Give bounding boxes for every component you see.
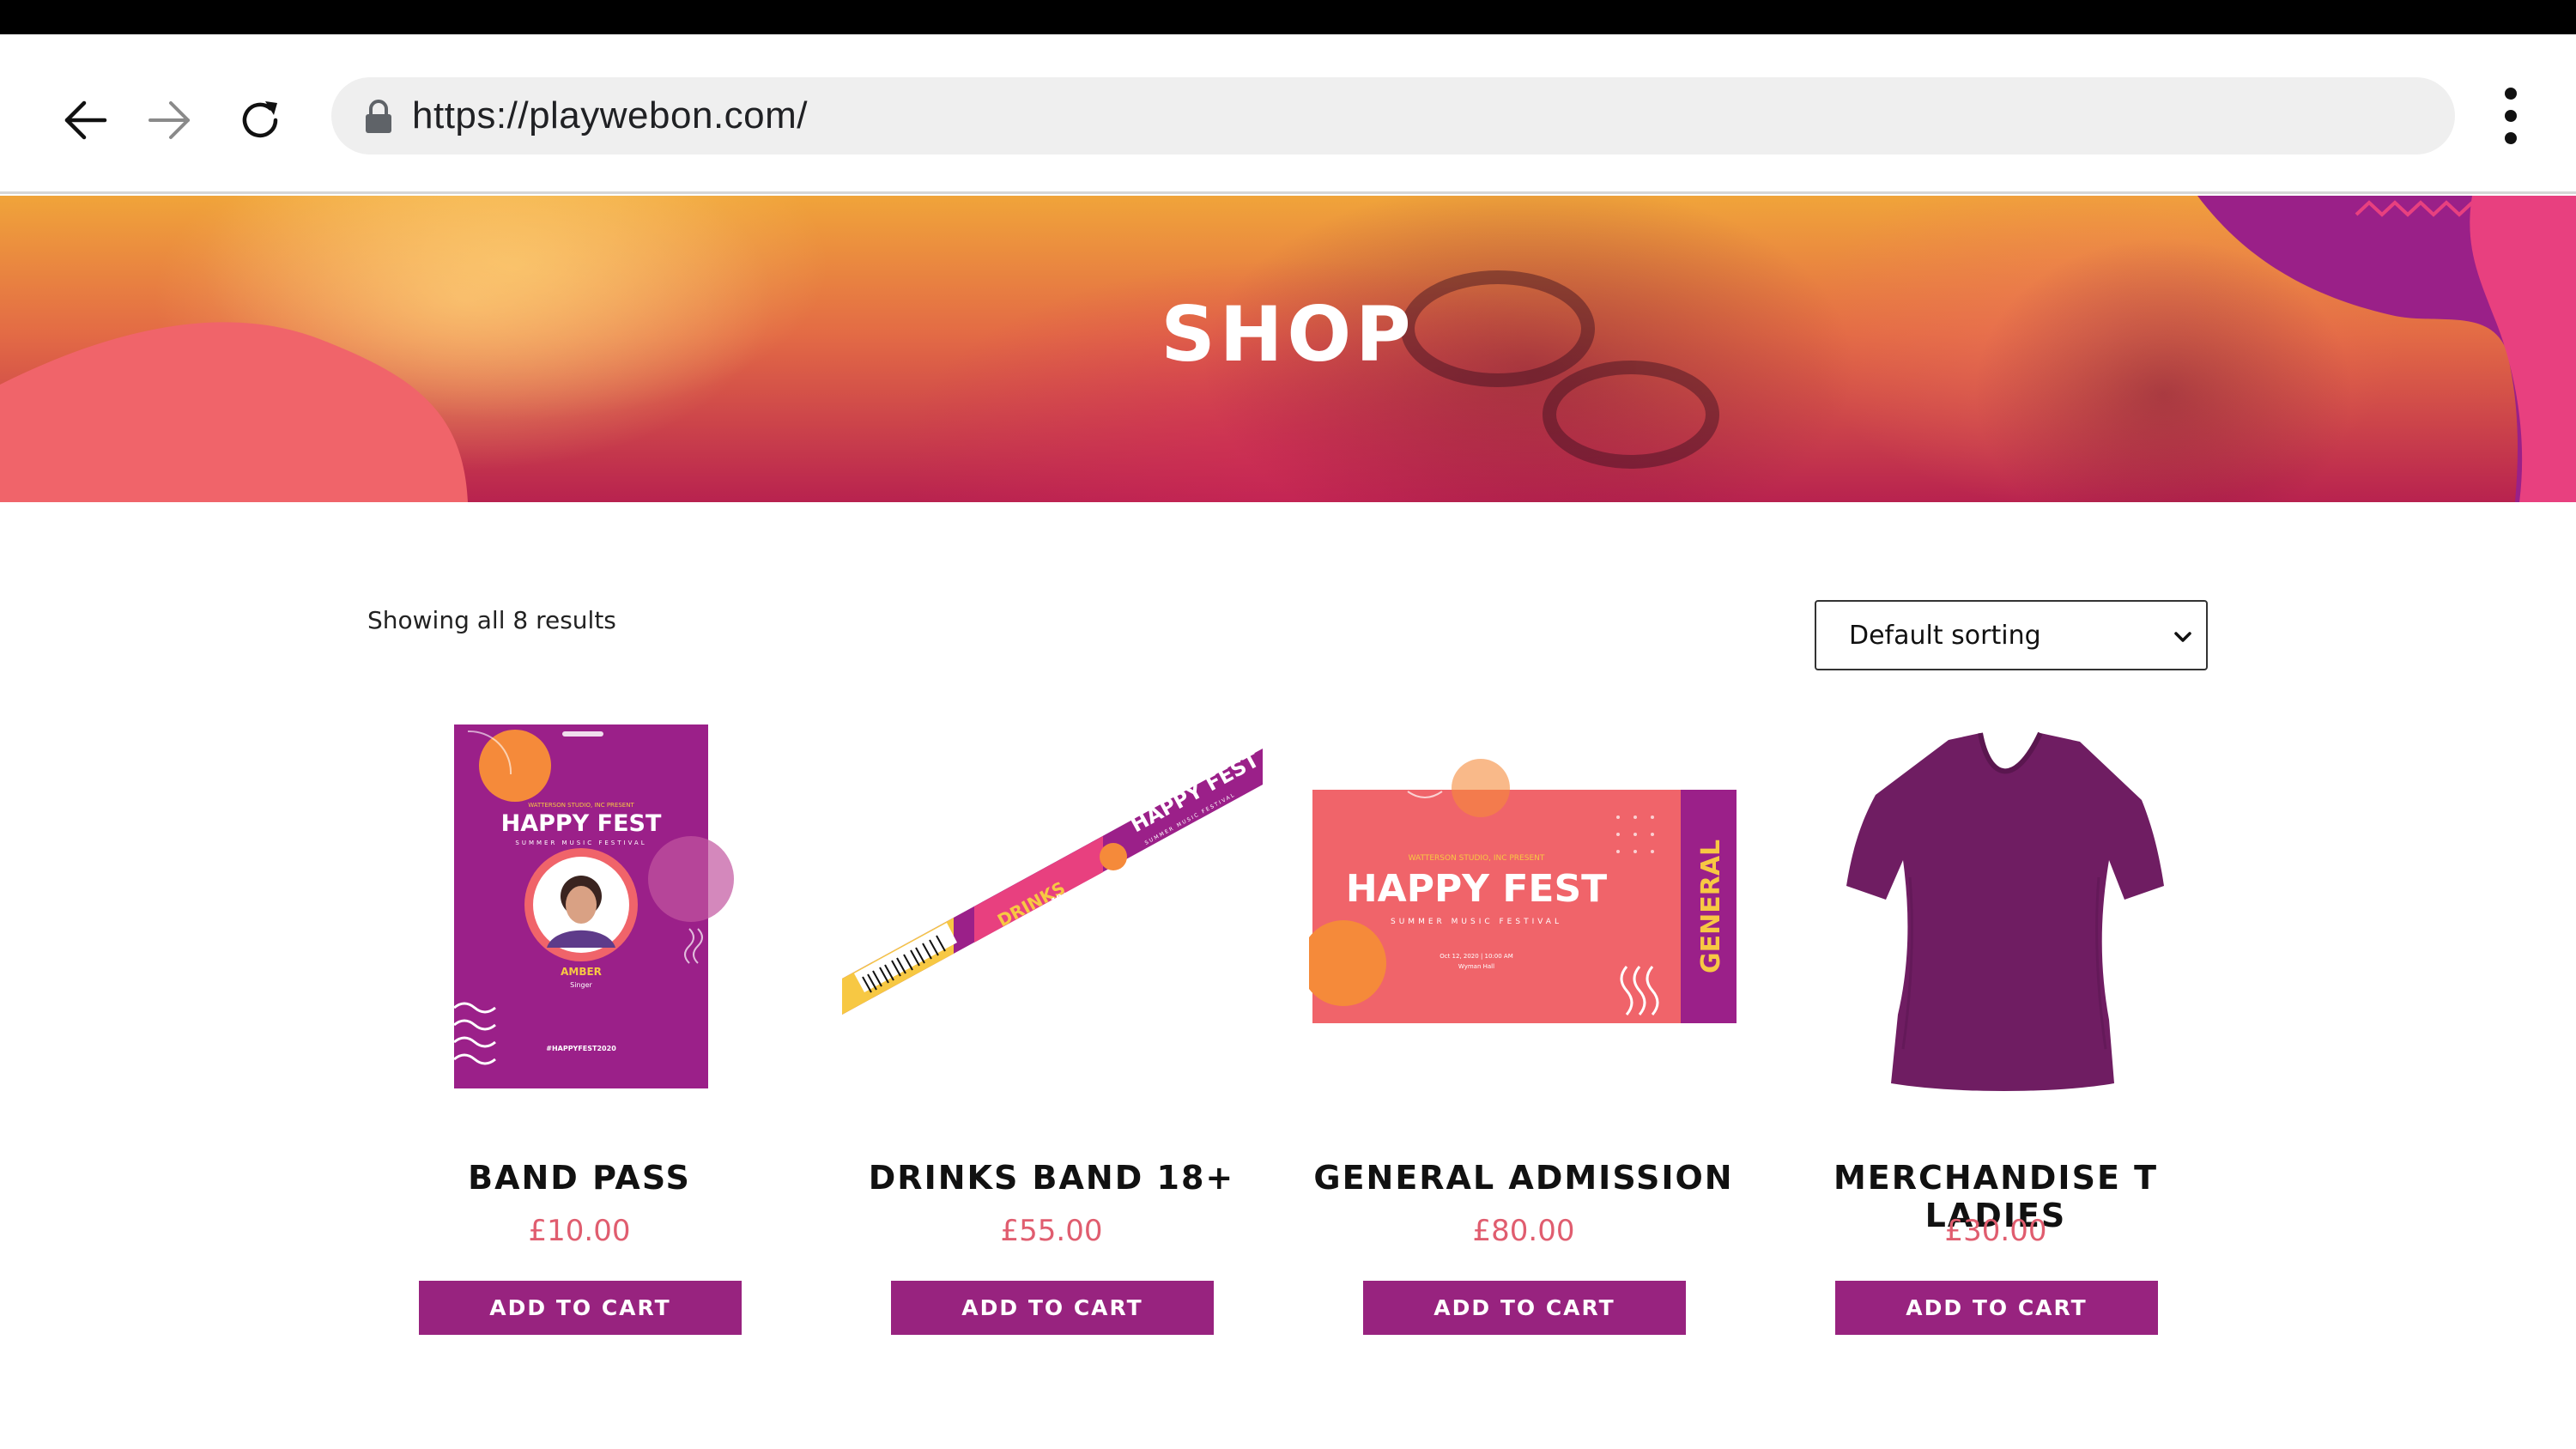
- product-card: WATTERSON STUDIO, INC PRESENT HAPPY FEST…: [365, 706, 794, 1341]
- product-price: £55.00: [1000, 1214, 1103, 1248]
- pass-subtitle-text: SUMMER MUSIC FESTIVAL: [515, 840, 646, 846]
- product-card: WATTERSON STUDIO, INC PRESENT HAPPY FEST…: [1309, 706, 1738, 1341]
- url-text[interactable]: https://playwebon.com/: [412, 94, 808, 137]
- back-arrow-icon: [64, 100, 107, 140]
- product-image-tshirt[interactable]: [1781, 706, 2210, 1100]
- chevron-down-icon: [2174, 632, 2191, 642]
- pass-hashtag-text: #HAPPYFEST2020: [546, 1045, 616, 1052]
- sort-selected-value: Default sorting: [1849, 620, 2041, 651]
- reload-button[interactable]: [226, 86, 294, 155]
- reload-icon: [242, 101, 278, 138]
- browser-toolbar: https://playwebon.com/: [0, 34, 2576, 194]
- product-image-general-admission[interactable]: WATTERSON STUDIO, INC PRESENT HAPPY FEST…: [1309, 706, 1738, 1100]
- result-count: Showing all 8 results: [367, 606, 616, 634]
- ga-studio-text: WATTERSON STUDIO, INC PRESENT: [1409, 854, 1545, 863]
- product-price: £80.00: [1472, 1214, 1575, 1248]
- more-vert-icon[interactable]: [2481, 82, 2541, 150]
- product-image-band-pass[interactable]: WATTERSON STUDIO, INC PRESENT HAPPY FEST…: [365, 706, 794, 1100]
- ga-title-text: HAPPY FEST: [1346, 867, 1607, 911]
- system-status-bar: [0, 0, 2576, 34]
- product-name[interactable]: GENERAL ADMISSION: [1309, 1159, 1738, 1197]
- hero-banner: SHOP: [0, 196, 2576, 502]
- forward-arrow-icon: [148, 101, 190, 139]
- product-card: DRINKS 18+ HAPPY FEST SUMMER MUSIC FESTI…: [837, 706, 1266, 1341]
- lock-icon: [366, 100, 391, 133]
- page-title: SHOP: [1161, 290, 1415, 379]
- product-price: £30.00: [1944, 1214, 2047, 1248]
- pass-studio-text: WATTERSON STUDIO, INC PRESENT: [528, 802, 634, 809]
- add-to-cart-button[interactable]: ADD TO CART: [1835, 1281, 2158, 1335]
- pass-title-text: HAPPY FEST: [501, 810, 662, 837]
- pass-person-text: AMBER: [561, 966, 602, 978]
- back-button[interactable]: [52, 86, 120, 155]
- product-name[interactable]: BAND PASS: [365, 1159, 794, 1197]
- product-name[interactable]: DRINKS BAND 18+: [837, 1159, 1266, 1197]
- add-to-cart-button[interactable]: ADD TO CART: [1363, 1281, 1686, 1335]
- ga-date-text: Oct 12, 2020 | 10:00 AM: [1440, 953, 1513, 960]
- sort-select[interactable]: Default sorting: [1815, 600, 2208, 670]
- forward-button[interactable]: [135, 86, 203, 155]
- address-bar[interactable]: https://playwebon.com/: [331, 77, 2455, 155]
- product-price: £10.00: [528, 1214, 631, 1248]
- pass-role-text: Singer: [570, 981, 592, 989]
- add-to-cart-button[interactable]: ADD TO CART: [891, 1281, 1214, 1335]
- product-image-drinks-band[interactable]: DRINKS 18+ HAPPY FEST SUMMER MUSIC FESTI…: [837, 706, 1266, 1100]
- add-to-cart-button[interactable]: ADD TO CART: [419, 1281, 742, 1335]
- ga-venue-text: Wyman Hall: [1458, 963, 1494, 970]
- ga-side-text: GENERAL: [1696, 840, 1726, 973]
- product-card: MERCHANDISE T LADIES £30.00 ADD TO CART: [1781, 706, 2210, 1341]
- ga-subtitle-text: SUMMER MUSIC FESTIVAL: [1391, 918, 1562, 926]
